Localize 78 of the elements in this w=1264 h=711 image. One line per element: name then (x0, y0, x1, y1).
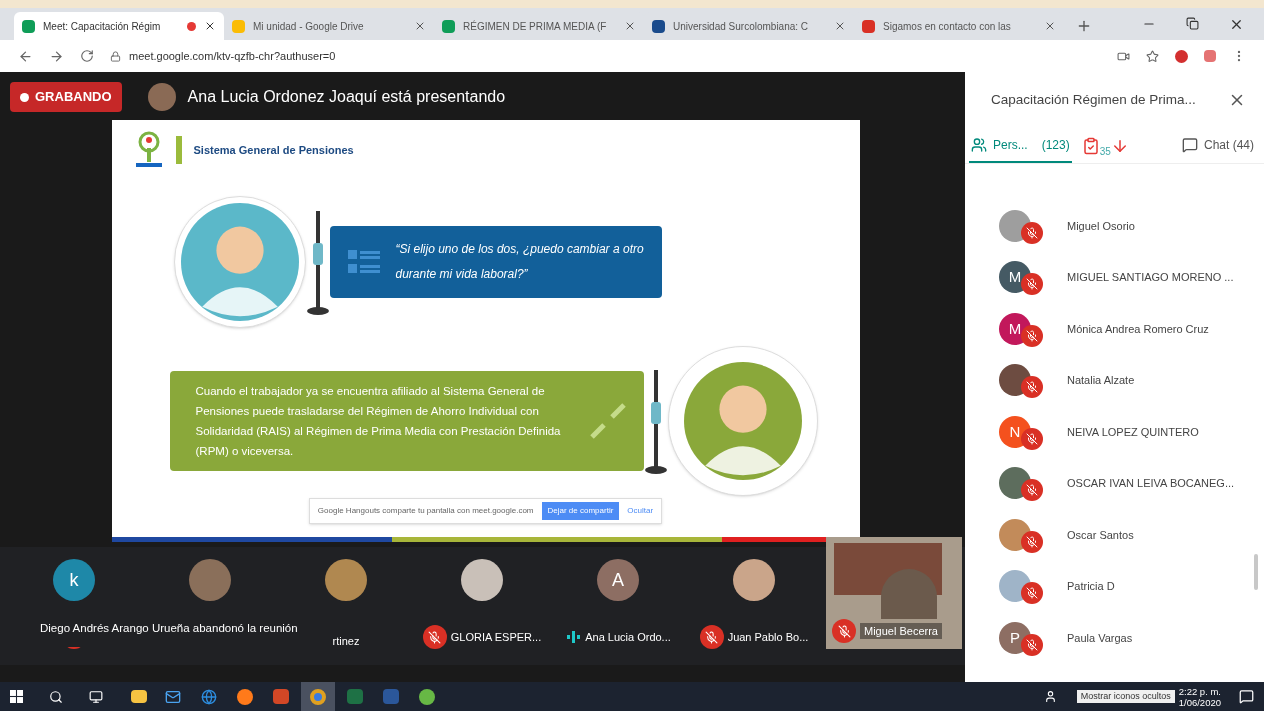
close-icon[interactable] (204, 20, 216, 32)
folder-icon[interactable] (131, 690, 147, 703)
presenter-avatar (147, 83, 176, 111)
video-tile[interactable]: Miguel Becerra (826, 537, 962, 649)
share-text: Google Hangouts comparte tu pantalla con meet.google.com (317, 505, 534, 517)
chat-icon (1181, 136, 1198, 153)
participant-row[interactable]: M Mónica Andrea Romero Cruz (965, 303, 1264, 355)
task-view-icon[interactable] (89, 689, 103, 704)
recording-badge: GRABANDO (10, 82, 122, 112)
forward-icon[interactable] (49, 48, 64, 64)
tab-title: Sigamos en contacto con las (883, 19, 1012, 34)
participant-name: NEIVA LOPEZ QUINTERO (1067, 424, 1199, 440)
notifications-icon[interactable] (1239, 689, 1254, 704)
tab-title: RÉGIMEN DE PRIMA MEDIA (F (463, 19, 608, 34)
participant-name: Miguel Becerra (860, 622, 942, 640)
close-icon[interactable] (1044, 20, 1056, 32)
participant-row[interactable]: N NEIVA LOPEZ QUINTERO (965, 406, 1264, 458)
question-text: “Si elijo uno de los dos, ¿puedo cambiar a otro durante mi vida laboral?” (395, 241, 645, 283)
lock-icon (110, 50, 121, 62)
participant-row[interactable]: Miguel Osorio (965, 200, 1264, 252)
avatar: k (53, 559, 95, 601)
hand-count: 35 (1099, 145, 1111, 159)
tab-title: Meet: Capacitación Régim (43, 19, 162, 34)
tab-title: Mi unidad - Google Drive (253, 19, 365, 34)
answer-text: Cuando el trabajador ya se encuentra afiliado al Sistema General de Pensiones puede trasladarse del Régimen de Ahorro Individual con Solidaridad (RAIS) al Régimen de Prima Media con Prestación Definida (RPM) o viceversa. (195, 384, 562, 459)
participant-name: Oscar Santos (1067, 527, 1134, 543)
tab-title: Universidad Surcolombiana: C (673, 19, 810, 34)
participant-name: Mónica Andrea Romero Cruz (1067, 321, 1209, 337)
participant-name: Ana Lucia Ordo... (585, 629, 671, 645)
reload-icon[interactable] (80, 49, 94, 63)
person-silhouette-icon (683, 362, 802, 480)
participant-name: Natalia Alzate (1067, 373, 1135, 388)
people-icon (971, 136, 987, 153)
participant-row[interactable]: M MIGUEL SANTIAGO MORENO ... (965, 251, 1264, 303)
browser-tab[interactable]: Meet: Capacitación Régim (14, 12, 224, 40)
windows-logo-icon[interactable] (10, 690, 23, 703)
panel-tab[interactable]: Pers... (123) (969, 128, 1072, 163)
address-field[interactable]: meet.google.com/ktv-qzfb-chr?authuser=0 (129, 47, 336, 65)
clock-time: 2:22 p. m. (1178, 685, 1221, 697)
task-icon[interactable] (1081, 136, 1100, 155)
close-icon[interactable] (414, 20, 426, 32)
participant-name: Miguel Osorio (1067, 218, 1135, 234)
close-icon[interactable] (624, 20, 636, 32)
title-accent-bar (175, 136, 182, 164)
close-icon[interactable] (834, 20, 846, 32)
participant-name: Paula Vargas (1067, 630, 1133, 646)
participant-name: GLORIA ESPER... (450, 629, 542, 645)
people-icon[interactable] (1043, 690, 1057, 703)
tooltip: Mostrar iconos ocultos (1076, 689, 1175, 704)
participant-row[interactable]: Oscar Santos (965, 509, 1264, 561)
back-icon[interactable] (18, 48, 33, 64)
list-icon (347, 250, 380, 274)
participant-name: Patricia D (1067, 579, 1115, 594)
search-icon[interactable] (49, 689, 63, 704)
logo-icon (133, 130, 164, 170)
close-icon[interactable] (1229, 17, 1244, 32)
participant-name: Juan Pablo Bo... (727, 629, 809, 645)
extension-icon[interactable] (1175, 49, 1188, 63)
participant-name: OSCAR IVAN LEIVA BOCANEG... (1067, 476, 1235, 491)
extension-icon[interactable] (1204, 50, 1216, 62)
participant-name: MIGUEL SANTIAGO MORENO ... (1067, 270, 1234, 285)
avatar: A (597, 559, 639, 601)
hide-link[interactable]: Ocultar (627, 505, 654, 517)
mail-icon[interactable] (165, 688, 181, 705)
participant-row[interactable]: P Paula Vargas (965, 612, 1264, 664)
participant-row[interactable]: Natalia Alzate (965, 354, 1264, 406)
slide-title: Sistema General de Pensiones (193, 142, 354, 158)
participant-name: rtinez (332, 633, 360, 649)
person-silhouette-icon (180, 203, 299, 321)
new-tab-icon[interactable] (1076, 18, 1092, 34)
participant-row[interactable]: OSCAR IVAN LEIVA BOCANEG... (965, 457, 1264, 509)
restore-icon[interactable] (1186, 17, 1199, 30)
panel-tab[interactable]: Chat (44) (1179, 128, 1256, 163)
participant-row[interactable]: Patricia D (965, 560, 1264, 612)
panel-title: Capacitación Régimen de Prima... (991, 90, 1196, 109)
presenter-text: Ana Lucia Ordonez Joaquí está presentando (187, 87, 506, 107)
clock-date: 1/06/2020 (1178, 696, 1221, 708)
star-icon[interactable] (1146, 49, 1159, 63)
